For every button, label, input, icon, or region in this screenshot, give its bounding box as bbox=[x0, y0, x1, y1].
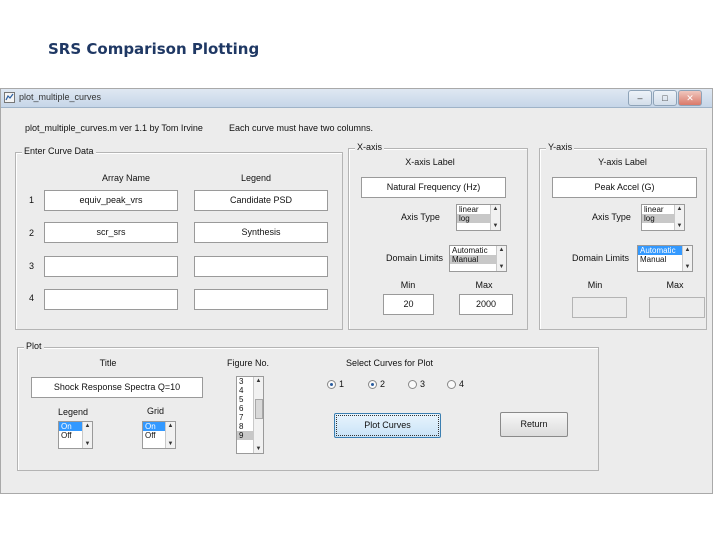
row-number: 2 bbox=[29, 228, 35, 238]
array-name-input-3[interactable] bbox=[44, 256, 178, 277]
curve-radio-1[interactable] bbox=[327, 380, 336, 389]
x-axis-label-heading: X-axis Label bbox=[405, 157, 455, 167]
curve-option-label: 2 bbox=[380, 379, 386, 389]
scroll-up-icon[interactable]: ▲ bbox=[683, 246, 692, 254]
x-axis-panel: X-axis X-axis Label Natural Frequency (H… bbox=[348, 142, 528, 330]
scroll-down-icon[interactable]: ▼ bbox=[166, 440, 175, 448]
plot-title-input[interactable]: Shock Response Spectra Q=10 bbox=[31, 377, 203, 398]
scroll-up-icon[interactable]: ▲ bbox=[491, 205, 500, 213]
x-max-input[interactable]: 2000 bbox=[459, 294, 513, 315]
row-number: 1 bbox=[29, 195, 35, 205]
legend-header: Legend bbox=[240, 173, 272, 183]
minimize-button[interactable]: – bbox=[628, 90, 652, 106]
y-max-label: Max bbox=[666, 280, 684, 290]
plot-curves-button[interactable]: Plot Curves bbox=[334, 413, 441, 438]
array-name-input-4[interactable] bbox=[44, 289, 178, 310]
curve-option-label: 4 bbox=[459, 379, 465, 389]
y-max-input-disabled bbox=[649, 297, 705, 318]
y-domain-limits-listbox[interactable]: Automatic Manual ▲ ▼ bbox=[637, 245, 693, 272]
y-axis-label-input[interactable]: Peak Accel (G) bbox=[552, 177, 697, 198]
legend-listbox[interactable]: On Off ▲ ▼ bbox=[58, 421, 93, 449]
row-number: 4 bbox=[29, 293, 35, 303]
curve-radio-2[interactable] bbox=[368, 380, 377, 389]
scroll-down-icon[interactable]: ▼ bbox=[491, 222, 500, 230]
select-curves-label: Select Curves for Plot bbox=[346, 358, 434, 368]
instruction-note: Each curve must have two columns. bbox=[229, 123, 374, 133]
array-name-input-1[interactable]: equiv_peak_vrs bbox=[44, 190, 178, 211]
panel-title: X-axis bbox=[355, 142, 385, 152]
scrollbar[interactable]: ▲ ▼ bbox=[682, 246, 692, 271]
scroll-up-icon[interactable]: ▲ bbox=[83, 422, 92, 430]
scroll-thumb[interactable] bbox=[255, 399, 263, 419]
scroll-down-icon[interactable]: ▼ bbox=[254, 445, 263, 453]
scroll-up-icon[interactable]: ▲ bbox=[254, 377, 263, 385]
panel-title: Enter Curve Data bbox=[22, 146, 96, 156]
x-min-label: Min bbox=[400, 280, 416, 290]
y-min-label: Min bbox=[587, 280, 603, 290]
curve-option-label: 1 bbox=[339, 379, 345, 389]
scrollbar[interactable]: ▲ ▼ bbox=[490, 205, 500, 230]
scrollbar[interactable]: ▲ ▼ bbox=[674, 205, 684, 230]
y-min-input-disabled bbox=[572, 297, 627, 318]
window-title: plot_multiple_curves bbox=[19, 92, 102, 102]
x-axis-type-listbox[interactable]: linear log ▲ ▼ bbox=[456, 204, 501, 231]
plot-panel: Plot Title Shock Response Spectra Q=10 F… bbox=[17, 341, 599, 471]
x-axis-type-label: Axis Type bbox=[401, 212, 440, 222]
y-axis-type-listbox[interactable]: linear log ▲ ▼ bbox=[641, 204, 685, 231]
x-min-input[interactable]: 20 bbox=[383, 294, 434, 315]
x-domain-limits-label: Domain Limits bbox=[386, 253, 444, 263]
scrollbar[interactable]: ▲ ▼ bbox=[82, 422, 92, 448]
legend-input-4[interactable] bbox=[194, 289, 328, 310]
y-domain-limits-label: Domain Limits bbox=[572, 253, 630, 263]
x-axis-label-input[interactable]: Natural Frequency (Hz) bbox=[361, 177, 506, 198]
x-domain-limits-listbox[interactable]: Automatic Manual ▲ ▼ bbox=[449, 245, 507, 272]
row-number: 3 bbox=[29, 261, 35, 271]
panel-title: Plot bbox=[24, 341, 44, 351]
scroll-up-icon[interactable]: ▲ bbox=[497, 246, 506, 254]
legend-label: Legend bbox=[58, 407, 89, 417]
scrollbar[interactable]: ▲ ▼ bbox=[165, 422, 175, 448]
curve-radio-3[interactable] bbox=[408, 380, 417, 389]
return-button[interactable]: Return bbox=[500, 412, 568, 437]
x-max-label: Max bbox=[475, 280, 493, 290]
array-name-input-2[interactable]: scr_srs bbox=[44, 222, 178, 243]
slide-title: SRS Comparison Plotting bbox=[48, 40, 260, 58]
grid-listbox[interactable]: On Off ▲ ▼ bbox=[142, 421, 176, 449]
app-window: plot_multiple_curves – □ ✕ plot_multiple… bbox=[0, 88, 713, 494]
scroll-up-icon[interactable]: ▲ bbox=[675, 205, 684, 213]
panel-title: Y-axis bbox=[546, 142, 575, 152]
scroll-up-icon[interactable]: ▲ bbox=[166, 422, 175, 430]
legend-input-1[interactable]: Candidate PSD bbox=[194, 190, 328, 211]
matlab-figure-icon bbox=[4, 92, 15, 103]
legend-input-3[interactable] bbox=[194, 256, 328, 277]
scroll-down-icon[interactable]: ▼ bbox=[675, 222, 684, 230]
close-button[interactable]: ✕ bbox=[678, 90, 702, 106]
grid-label: Grid bbox=[147, 406, 165, 416]
scroll-down-icon[interactable]: ▼ bbox=[83, 440, 92, 448]
scroll-down-icon[interactable]: ▼ bbox=[497, 263, 506, 271]
maximize-button[interactable]: □ bbox=[653, 90, 677, 106]
scroll-down-icon[interactable]: ▼ bbox=[683, 263, 692, 271]
scrollbar[interactable]: ▲ ▼ bbox=[253, 377, 263, 453]
y-axis-type-label: Axis Type bbox=[592, 212, 631, 222]
scrollbar[interactable]: ▲ ▼ bbox=[496, 246, 506, 271]
title-bar[interactable]: plot_multiple_curves – □ ✕ bbox=[1, 89, 712, 108]
curve-option-label: 3 bbox=[420, 379, 426, 389]
version-text: plot_multiple_curves.m ver 1.1 by Tom Ir… bbox=[25, 123, 203, 133]
figure-no-label: Figure No. bbox=[226, 358, 270, 368]
y-axis-label-heading: Y-axis Label bbox=[598, 157, 647, 167]
y-axis-panel: Y-axis Y-axis Label Peak Accel (G) Axis … bbox=[539, 142, 707, 330]
enter-curve-data-panel: Enter Curve Data Array Name Legend 1 equ… bbox=[15, 146, 343, 330]
array-name-header: Array Name bbox=[101, 173, 150, 183]
legend-input-2[interactable]: Synthesis bbox=[194, 222, 328, 243]
figure-no-listbox[interactable]: 3 4 5 6 7 8 9 ▲ ▼ bbox=[236, 376, 264, 454]
curve-radio-4[interactable] bbox=[447, 380, 456, 389]
plot-title-label: Title bbox=[99, 358, 117, 368]
